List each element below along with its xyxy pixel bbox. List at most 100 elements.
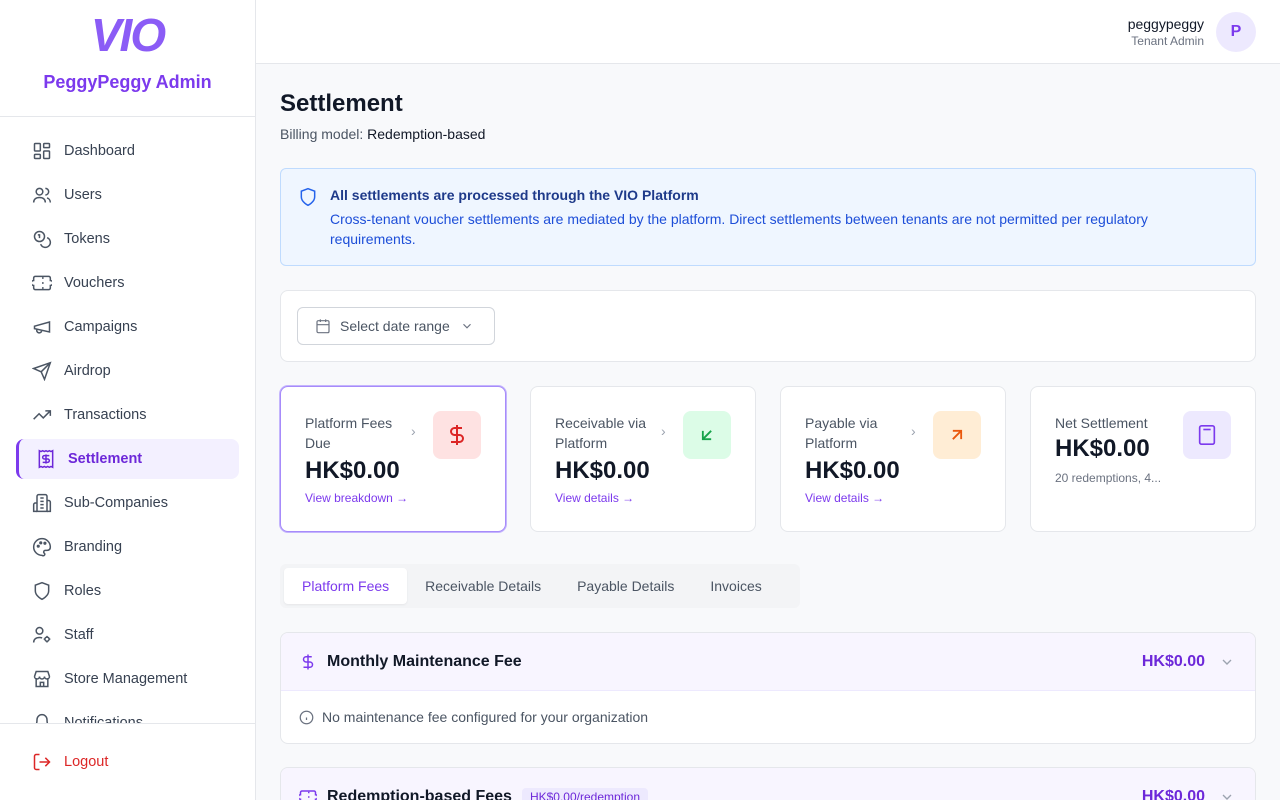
arrow-up-right-icon — [933, 411, 981, 459]
fee-amount: HK$0.00 — [1141, 652, 1205, 670]
alert-body: Cross-tenant voucher settlements are med… — [330, 211, 1148, 247]
stat-platform-fees-due[interactable]: Platform Fees Due › HK$0.00 View breakdo… — [280, 386, 506, 532]
tab-invoices[interactable]: Invoices — [692, 568, 779, 604]
sidebar-item-airdrop[interactable]: Airdrop — [16, 351, 239, 391]
fee-message: No maintenance fee configured for your o… — [322, 709, 649, 725]
view-details-link[interactable]: View details → — [805, 491, 884, 505]
sidebar-item-sub-companies[interactable]: Sub-Companies — [16, 483, 239, 523]
stat-net-settlement[interactable]: Net Settlement HK$0.00 20 redemptions, 4… — [1030, 386, 1256, 532]
arrow-down-left-icon — [683, 411, 731, 459]
logout-icon — [32, 752, 52, 772]
sidebar-item-branding[interactable]: Branding — [16, 527, 239, 567]
megaphone-icon — [32, 317, 52, 337]
ticket-icon — [32, 273, 52, 293]
settlement-tabs: Platform Fees Receivable Details Payable… — [280, 564, 800, 608]
tokens-icon — [32, 229, 52, 249]
platform-alert: All settlements are processed through th… — [280, 168, 1256, 266]
dollar-icon — [433, 411, 481, 459]
user-cog-icon — [32, 625, 52, 645]
stat-value: HK$0.00 — [305, 457, 400, 484]
view-breakdown-link[interactable]: View breakdown → — [305, 491, 408, 505]
trending-icon — [32, 405, 52, 425]
avatar[interactable]: P — [1216, 12, 1256, 52]
top-bar: peggypeggy Tenant Admin P — [256, 0, 1280, 64]
fee-amount: HK$0.00 — [1141, 787, 1205, 800]
chevron-down-icon — [460, 319, 474, 333]
sidebar-item-label: Staff — [64, 627, 94, 643]
calculator-icon — [1183, 411, 1231, 459]
info-icon — [299, 710, 314, 725]
chevron-right-icon: › — [661, 423, 666, 439]
send-icon — [32, 361, 52, 381]
main-content: Settlement Billing model: Redemption-bas… — [280, 64, 1256, 800]
palette-icon — [32, 537, 52, 557]
view-details-link[interactable]: View details → — [555, 491, 634, 505]
fee-card-header[interactable]: Redemption-based Fees HK$0.00/redemption… — [281, 768, 1255, 800]
store-icon — [32, 669, 52, 689]
user-menu[interactable]: peggypeggy Tenant Admin P — [1128, 12, 1256, 52]
user-name: peggypeggy — [1127, 16, 1204, 32]
stat-receivable[interactable]: Receivable via Platform › HK$0.00 View d… — [530, 386, 756, 532]
sidebar-item-store-management[interactable]: Store Management — [16, 659, 239, 699]
sidebar-item-settlement[interactable]: Settlement — [16, 439, 239, 479]
stat-label: Net Settlement — [1055, 415, 1148, 431]
logo-text: VIO — [90, 9, 166, 61]
logout-label: Logout — [64, 754, 109, 770]
sidebar-item-notifications[interactable]: Notifications — [16, 703, 239, 723]
sidebar-item-label: Airdrop — [64, 363, 111, 379]
stat-subtext: 20 redemptions, 4... — [1055, 471, 1162, 485]
sidebar-item-transactions[interactable]: Transactions — [16, 395, 239, 435]
sidebar-item-label: Notifications — [64, 715, 143, 723]
stat-cards: Platform Fees Due › HK$0.00 View breakdo… — [280, 386, 1256, 532]
sidebar-item-dashboard[interactable]: Dashboard — [16, 131, 239, 171]
building-icon — [32, 493, 52, 513]
dollar-icon — [299, 653, 317, 671]
vio-logo[interactable]: VIO — [90, 9, 166, 61]
stat-value: HK$0.00 — [555, 457, 650, 484]
chevron-down-icon[interactable] — [1219, 654, 1235, 670]
chevron-right-icon: › — [911, 423, 916, 439]
calendar-icon — [315, 318, 331, 334]
brand: VIO PeggyPeggy Admin — [0, 0, 255, 117]
fee-card-maintenance: Monthly Maintenance Fee HK$0.00 No maint… — [280, 632, 1256, 744]
chevron-down-icon[interactable] — [1219, 789, 1235, 800]
stat-label: Payable via Platform — [805, 415, 878, 451]
chevron-right-icon: › — [411, 423, 416, 439]
sidebar-item-tokens[interactable]: Tokens — [16, 219, 239, 259]
sidebar-item-vouchers[interactable]: Vouchers — [16, 263, 239, 303]
sidebar-item-staff[interactable]: Staff — [16, 615, 239, 655]
date-range-picker[interactable]: Select date range — [297, 307, 495, 345]
user-meta: peggypeggy Tenant Admin — [1128, 16, 1204, 48]
sidebar-item-campaigns[interactable]: Campaigns — [16, 307, 239, 347]
receipt-dollar-icon — [36, 449, 56, 469]
fee-card-header[interactable]: Monthly Maintenance Fee HK$0.00 — [281, 633, 1255, 691]
bell-icon — [32, 713, 52, 723]
billing-value: Redemption-based — [367, 126, 486, 142]
stat-payable[interactable]: Payable via Platform › HK$0.00 View deta… — [780, 386, 1006, 532]
sidebar-item-roles[interactable]: Roles — [16, 571, 239, 611]
sidebar-item-label: Tokens — [64, 231, 110, 247]
sidebar-item-label: Branding — [64, 539, 123, 555]
sidebar-item-label: Store Management — [64, 671, 188, 687]
tab-platform-fees[interactable]: Platform Fees — [284, 568, 408, 604]
users-icon — [32, 185, 52, 205]
page-title: Settlement — [280, 90, 403, 117]
stat-value: HK$0.00 — [805, 457, 900, 484]
stat-label: Platform Fees Due — [305, 415, 393, 451]
shield-icon — [32, 581, 52, 601]
logout-button[interactable]: Logout — [0, 723, 255, 800]
fee-title: Redemption-based Fees — [327, 787, 512, 800]
alert-title: All settlements are processed through th… — [330, 187, 699, 203]
stat-label: Receivable via Platform — [555, 415, 647, 451]
tab-payable-details[interactable]: Payable Details — [559, 568, 692, 604]
filter-card: Select date range — [280, 290, 1256, 362]
sidebar-item-label: Dashboard — [64, 143, 135, 159]
dashboard-icon — [32, 141, 52, 161]
sidebar-item-label: Roles — [64, 583, 102, 599]
sidebar-item-label: Vouchers — [64, 275, 125, 291]
date-range-placeholder: Select date range — [340, 318, 450, 334]
tab-receivable-details[interactable]: Receivable Details — [407, 568, 559, 604]
shield-icon — [298, 187, 318, 207]
sidebar-item-users[interactable]: Users — [16, 175, 239, 215]
fee-card-body: No maintenance fee configured for your o… — [281, 691, 1255, 743]
